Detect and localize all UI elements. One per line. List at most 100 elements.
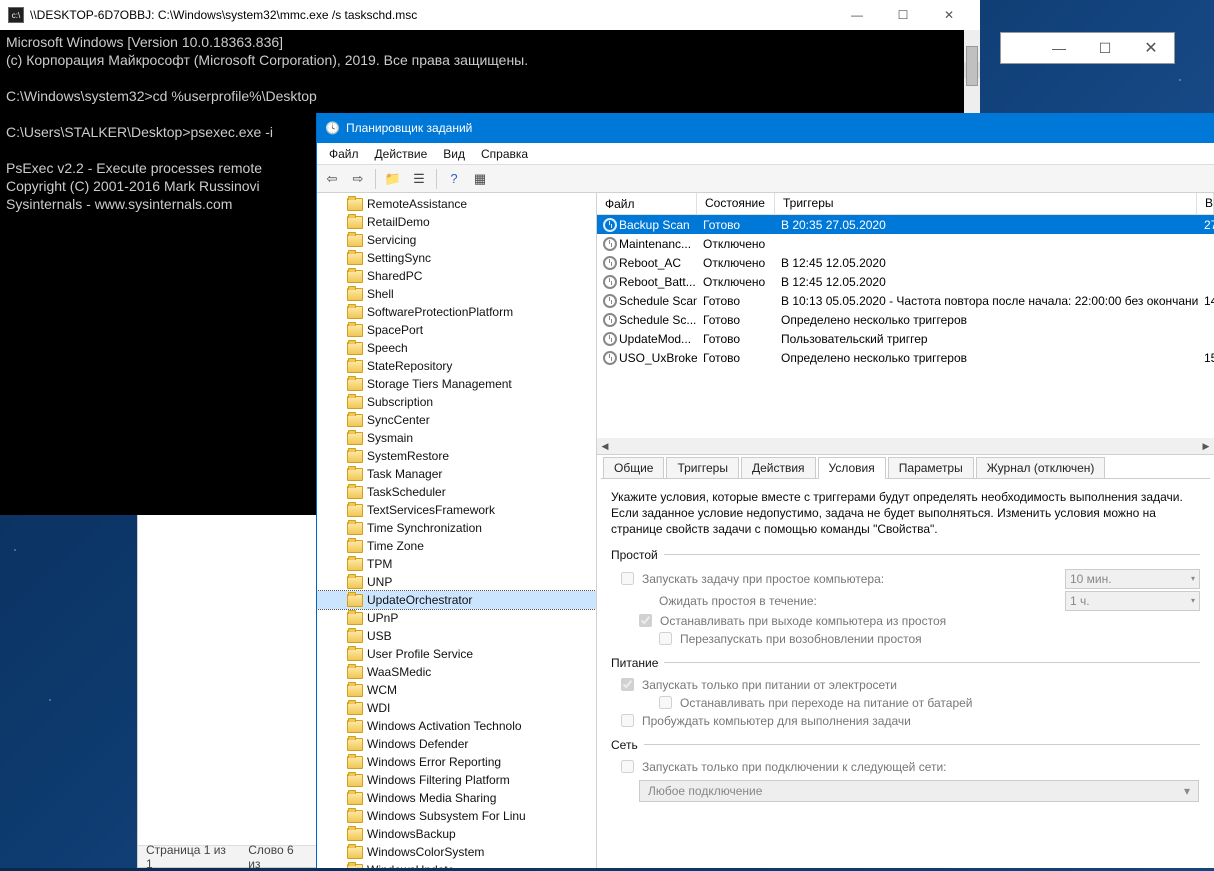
col-file[interactable]: Файл — [597, 193, 697, 214]
tree-item[interactable]: WCM — [317, 681, 596, 699]
task-clock-icon — [603, 332, 617, 346]
task-row[interactable]: Reboot_Batt...ОтключеноВ 12:45 12.05.202… — [597, 272, 1214, 291]
cmd-max-button[interactable]: ☐ — [880, 0, 926, 30]
menu-Вид[interactable]: Вид — [435, 145, 473, 163]
tab-Параметры[interactable]: Параметры — [888, 457, 974, 479]
cmd-close-button[interactable]: ✕ — [926, 0, 972, 30]
tree-item[interactable]: WDI — [317, 699, 596, 717]
tab-Журнал (отключен)[interactable]: Журнал (отключен) — [976, 457, 1106, 479]
tree-item[interactable]: WindowsColorSystem — [317, 843, 596, 861]
col-extra[interactable]: В — [1197, 193, 1214, 214]
tree-item[interactable]: SoftwareProtectionPlatform — [317, 303, 596, 321]
task-list-header: Файл Состояние Триггеры В — [597, 193, 1214, 215]
nav-back-icon[interactable]: ⇦ — [321, 168, 343, 190]
scroll-left-icon[interactable]: ◀ — [597, 441, 613, 452]
task-trigger: В 10:13 05.05.2020 - Частота повтора пос… — [775, 294, 1198, 308]
tree-item[interactable]: TextServicesFramework — [317, 501, 596, 519]
ts-titlebar[interactable]: 🕓 Планировщик заданий — [317, 113, 1214, 143]
tree-item-label: TextServicesFramework — [367, 503, 495, 517]
bg-close-button[interactable]: ✕ — [1128, 33, 1174, 63]
tree-item[interactable]: Storage Tiers Management — [317, 375, 596, 393]
scroll-right-icon[interactable]: ▶ — [1198, 441, 1214, 452]
scroll-thumb[interactable] — [966, 46, 978, 86]
tree-item[interactable]: StateRepository — [317, 357, 596, 375]
task-row[interactable]: Schedule ScanГотовоВ 10:13 05.05.2020 - … — [597, 291, 1214, 310]
select-idle-time: 10 мин.▾ — [1065, 569, 1200, 589]
tree-item-label: Windows Defender — [367, 737, 468, 751]
task-details: ОбщиеТриггерыДействияУсловияПараметрыЖур… — [597, 455, 1214, 868]
task-row[interactable]: Maintenanc...Отключено — [597, 234, 1214, 253]
tree-item[interactable]: Time Synchronization — [317, 519, 596, 537]
toolbar-extra-icon[interactable]: ▦ — [469, 168, 491, 190]
tree-item[interactable]: SpacePort — [317, 321, 596, 339]
cmd-titlebar[interactable]: c:\ \\DESKTOP-6D7OBBJ: C:\Windows\system… — [0, 0, 980, 30]
folder-icon — [347, 864, 363, 869]
tree-item[interactable]: SystemRestore — [317, 447, 596, 465]
folder-up-icon[interactable]: 📁 — [382, 168, 404, 190]
tree-item[interactable]: Sysmain — [317, 429, 596, 447]
help-icon[interactable]: ? — [443, 168, 465, 190]
tab-Триггеры[interactable]: Триггеры — [666, 457, 739, 479]
cmd-min-button[interactable]: — — [834, 0, 880, 30]
tree-item[interactable]: Task Manager — [317, 465, 596, 483]
menu-Действие[interactable]: Действие — [367, 145, 436, 163]
task-state: Готово — [697, 218, 775, 232]
tree-item[interactable]: WindowsBackup — [317, 825, 596, 843]
tree-item[interactable]: USB — [317, 627, 596, 645]
task-row[interactable]: Reboot_ACОтключеноВ 12:45 12.05.2020 — [597, 253, 1214, 272]
task-name: Schedule Scan — [619, 294, 697, 308]
menu-Справка[interactable]: Справка — [473, 145, 536, 163]
bg-max-button[interactable]: ☐ — [1082, 33, 1128, 63]
col-state[interactable]: Состояние — [697, 193, 775, 214]
tree-item[interactable]: Servicing — [317, 231, 596, 249]
tree-item[interactable]: UPnP — [317, 609, 596, 627]
tree-item[interactable]: SyncCenter — [317, 411, 596, 429]
tree-item[interactable]: Windows Subsystem For Linu — [317, 807, 596, 825]
tree-item[interactable]: Windows Filtering Platform — [317, 771, 596, 789]
tab-Действия[interactable]: Действия — [741, 457, 816, 479]
task-list-hscroll[interactable]: ◀ ▶ — [597, 438, 1214, 454]
tree-item[interactable]: User Profile Service — [317, 645, 596, 663]
tree-item[interactable]: Shell — [317, 285, 596, 303]
task-row[interactable]: Schedule Sc...ГотовоОпределено несколько… — [597, 310, 1214, 329]
tree-item-label: Storage Tiers Management — [367, 377, 512, 391]
lbl-idle-stop: Останавливать при выходе компьютера из п… — [660, 614, 946, 628]
folder-icon — [347, 270, 363, 283]
folder-icon — [347, 216, 363, 229]
tree-item[interactable]: RemoteAssistance — [317, 195, 596, 213]
tree-item-label: WaaSMedic — [367, 665, 431, 679]
col-triggers[interactable]: Триггеры — [775, 193, 1197, 214]
bg-min-button[interactable]: — — [1036, 33, 1082, 63]
tree-item[interactable]: RetailDemo — [317, 213, 596, 231]
task-row[interactable]: UpdateMod...ГотовоПользовательский тригг… — [597, 329, 1214, 348]
tree-item[interactable]: TaskScheduler — [317, 483, 596, 501]
task-row[interactable]: USO_UxBrokerГотовоОпределено несколько т… — [597, 348, 1214, 367]
task-name: Reboot_Batt... — [619, 275, 696, 289]
tree-item[interactable]: Windows Defender — [317, 735, 596, 753]
folder-icon — [347, 324, 363, 337]
chk-net-only — [621, 760, 634, 773]
tree-item[interactable]: WaaSMedic — [317, 663, 596, 681]
tree-item[interactable]: Subscription — [317, 393, 596, 411]
tree-item[interactable]: Windows Activation Technolo — [317, 717, 596, 735]
cmd-icon: c:\ — [8, 7, 24, 23]
clock-icon: 🕓 — [325, 121, 340, 135]
tree-item[interactable]: SharedPC — [317, 267, 596, 285]
tree-item[interactable]: TPM — [317, 555, 596, 573]
view-icon[interactable]: ☰ — [408, 168, 430, 190]
ts-tree[interactable]: RemoteAssistanceRetailDemoServicingSetti… — [317, 193, 597, 868]
tree-item[interactable]: Speech — [317, 339, 596, 357]
legend-idle: Простой — [611, 548, 664, 562]
tree-item[interactable]: SettingSync — [317, 249, 596, 267]
tab-Общие[interactable]: Общие — [603, 457, 664, 479]
tree-item[interactable]: Windows Error Reporting — [317, 753, 596, 771]
tree-item[interactable]: Time Zone — [317, 537, 596, 555]
tree-item[interactable]: UNP — [317, 573, 596, 591]
tree-item[interactable]: Windows Media Sharing — [317, 789, 596, 807]
tree-item[interactable]: UpdateOrchestrator — [317, 591, 596, 609]
nav-fwd-icon[interactable]: ⇨ — [347, 168, 369, 190]
task-row[interactable]: Backup ScanГотовоВ 20:35 27.05.202027 — [597, 215, 1214, 234]
tree-item[interactable]: WindowsUpdate — [317, 861, 596, 868]
tab-Условия[interactable]: Условия — [818, 457, 886, 479]
menu-Файл[interactable]: Файл — [321, 145, 367, 163]
